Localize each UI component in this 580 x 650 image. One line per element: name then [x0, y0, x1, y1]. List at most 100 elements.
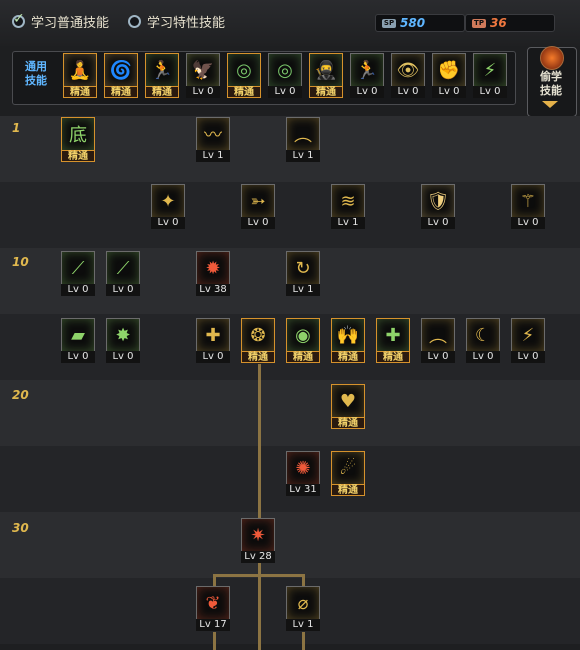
common-label-line2: 技能	[25, 74, 47, 87]
skill-level-label: Lv 0	[511, 217, 545, 229]
tree-skill[interactable]: ︵ Lv 0	[421, 318, 455, 363]
tp-value: 36	[490, 16, 507, 30]
tree-skill[interactable]: ✺ Lv 31	[286, 451, 320, 496]
tree-skill[interactable]: 🛡 Lv 0	[421, 184, 455, 229]
skill-icon: ▰	[61, 318, 95, 352]
skill-icon: 🏃	[145, 53, 179, 87]
skill-level-label: Lv 1	[196, 150, 230, 162]
skill-link-line	[213, 632, 216, 650]
common-skill-slot[interactable]: ✊ Lv 0	[432, 53, 466, 98]
common-skill-slot[interactable]: 👁 Lv 0	[391, 53, 425, 98]
sp-value: 580	[400, 16, 426, 30]
steal-skill-orb-icon[interactable]	[540, 46, 564, 70]
skill-icon: ↻	[286, 251, 320, 285]
common-skill-slot[interactable]: ◎ Lv 0	[268, 53, 302, 98]
expand-arrow-icon[interactable]	[542, 101, 558, 108]
tree-skill[interactable]: ✦ Lv 0	[151, 184, 185, 229]
tree-skill[interactable]: ✹ Lv 38	[196, 251, 230, 296]
tree-skill[interactable]: ✷ Lv 28	[241, 518, 275, 563]
skill-level-label: 精通	[309, 86, 343, 98]
skill-level-label: Lv 0	[466, 351, 500, 363]
skill-icon: ✷	[241, 518, 275, 552]
tab-special-skills[interactable]: 学习特性技能	[128, 12, 225, 31]
common-skill-slot[interactable]: 🦅 Lv 0	[186, 53, 220, 98]
tree-skill[interactable]: ♥ 精通	[331, 384, 365, 429]
skill-level-label: Lv 1	[286, 619, 320, 631]
tree-skill[interactable]: ⌀ Lv 1	[286, 586, 320, 631]
steal-label-line2: 技能	[540, 84, 562, 97]
sp-tag: SP	[382, 18, 396, 28]
skill-icon: ≋	[331, 184, 365, 218]
skill-icon: 👁	[391, 53, 425, 87]
skill-icon: ✦	[151, 184, 185, 218]
tree-skill[interactable]: ≋ Lv 1	[331, 184, 365, 229]
tree-skill[interactable]: ☾ Lv 0	[466, 318, 500, 363]
skill-level-label: 精通	[61, 150, 95, 162]
skill-level-label: Lv 0	[61, 284, 95, 296]
skill-link-line	[302, 632, 305, 650]
steal-skills-label[interactable]: 偷学 技能	[531, 70, 571, 98]
common-skill-slot[interactable]: ◎ 精通	[227, 53, 261, 98]
skill-level-label: Lv 0	[421, 217, 455, 229]
skill-level-label: Lv 0	[421, 351, 455, 363]
tree-skill[interactable]: ➳ Lv 0	[241, 184, 275, 229]
skill-icon: ✚	[196, 318, 230, 352]
tree-skill[interactable]: 〰 Lv 1	[196, 117, 230, 162]
skill-level-label: 精通	[376, 351, 410, 363]
tree-skill[interactable]: ↻ Lv 1	[286, 251, 320, 296]
skill-icon: ◉	[286, 318, 320, 352]
skill-icon: ◎	[268, 53, 302, 87]
skill-level-label: 精通	[104, 86, 138, 98]
tree-skill[interactable]: ⚡ Lv 0	[511, 318, 545, 363]
skill-icon: ☾	[466, 318, 500, 352]
level-label-10: 10	[12, 255, 29, 269]
tree-row	[0, 182, 580, 248]
tab-normal-skills[interactable]: ✓ 学习普通技能	[12, 11, 110, 31]
tab-normal-label: 学习普通技能	[31, 16, 110, 31]
skill-icon: ✊	[432, 53, 466, 87]
skill-level-label: 精通	[331, 351, 365, 363]
skill-icon: 底	[61, 117, 95, 151]
tab-special-label: 学习特性技能	[147, 16, 226, 31]
tree-skill[interactable]: ︵ Lv 1	[286, 117, 320, 162]
skill-level-label: Lv 0	[432, 86, 466, 98]
radio-unchecked-icon	[128, 15, 141, 28]
skill-level-label: Lv 1	[331, 217, 365, 229]
common-skills-label: 通用 技能	[20, 60, 52, 88]
tree-skill[interactable]: ☄ 精通	[331, 451, 365, 496]
level-label-30: 30	[12, 521, 29, 535]
skill-icon: ⚚	[511, 184, 545, 218]
common-skill-slot[interactable]: 🏃 Lv 0	[350, 53, 384, 98]
tree-skill[interactable]: ⟋ Lv 0	[106, 251, 140, 296]
skill-icon: ☄	[331, 451, 365, 485]
skill-icon: ❦	[196, 586, 230, 620]
skill-level-label: Lv 17	[196, 619, 230, 631]
tree-skill[interactable]: 底精通	[61, 117, 95, 162]
skill-icon: ︵	[421, 318, 455, 352]
tree-skill[interactable]: ✚ Lv 0	[196, 318, 230, 363]
tree-skill[interactable]: ◉ 精通	[286, 318, 320, 363]
tp-counter: TP 36	[465, 14, 555, 32]
common-skill-slot[interactable]: ⚡ Lv 0	[473, 53, 507, 98]
common-skill-slot[interactable]: 🏃 精通	[145, 53, 179, 98]
skill-icon: 🌀	[104, 53, 138, 87]
tree-skill[interactable]: ❂ 精通	[241, 318, 275, 363]
tree-skill[interactable]: ❦ Lv 17	[196, 586, 230, 631]
skill-icon: ✹	[196, 251, 230, 285]
skill-level-label: Lv 0	[106, 284, 140, 296]
common-skill-slot[interactable]: 🌀 精通	[104, 53, 138, 98]
skill-icon: 🦅	[186, 53, 220, 87]
tree-skill[interactable]: ✚ 精通	[376, 318, 410, 363]
skill-level-label: Lv 0	[473, 86, 507, 98]
skill-level-label: 精通	[145, 86, 179, 98]
tree-skill[interactable]: ⟋ Lv 0	[61, 251, 95, 296]
common-skill-slot[interactable]: 🥷 精通	[309, 53, 343, 98]
skill-icon: 🙌	[331, 318, 365, 352]
common-skill-slot[interactable]: 🧘 精通	[63, 53, 97, 98]
tree-skill[interactable]: 🙌 精通	[331, 318, 365, 363]
skill-icon: 🧘	[63, 53, 97, 87]
tree-skill[interactable]: ▰ Lv 0	[61, 318, 95, 363]
skill-icon: 〰	[196, 117, 230, 151]
tree-skill[interactable]: ⚚ Lv 0	[511, 184, 545, 229]
tree-skill[interactable]: ✸ Lv 0	[106, 318, 140, 363]
